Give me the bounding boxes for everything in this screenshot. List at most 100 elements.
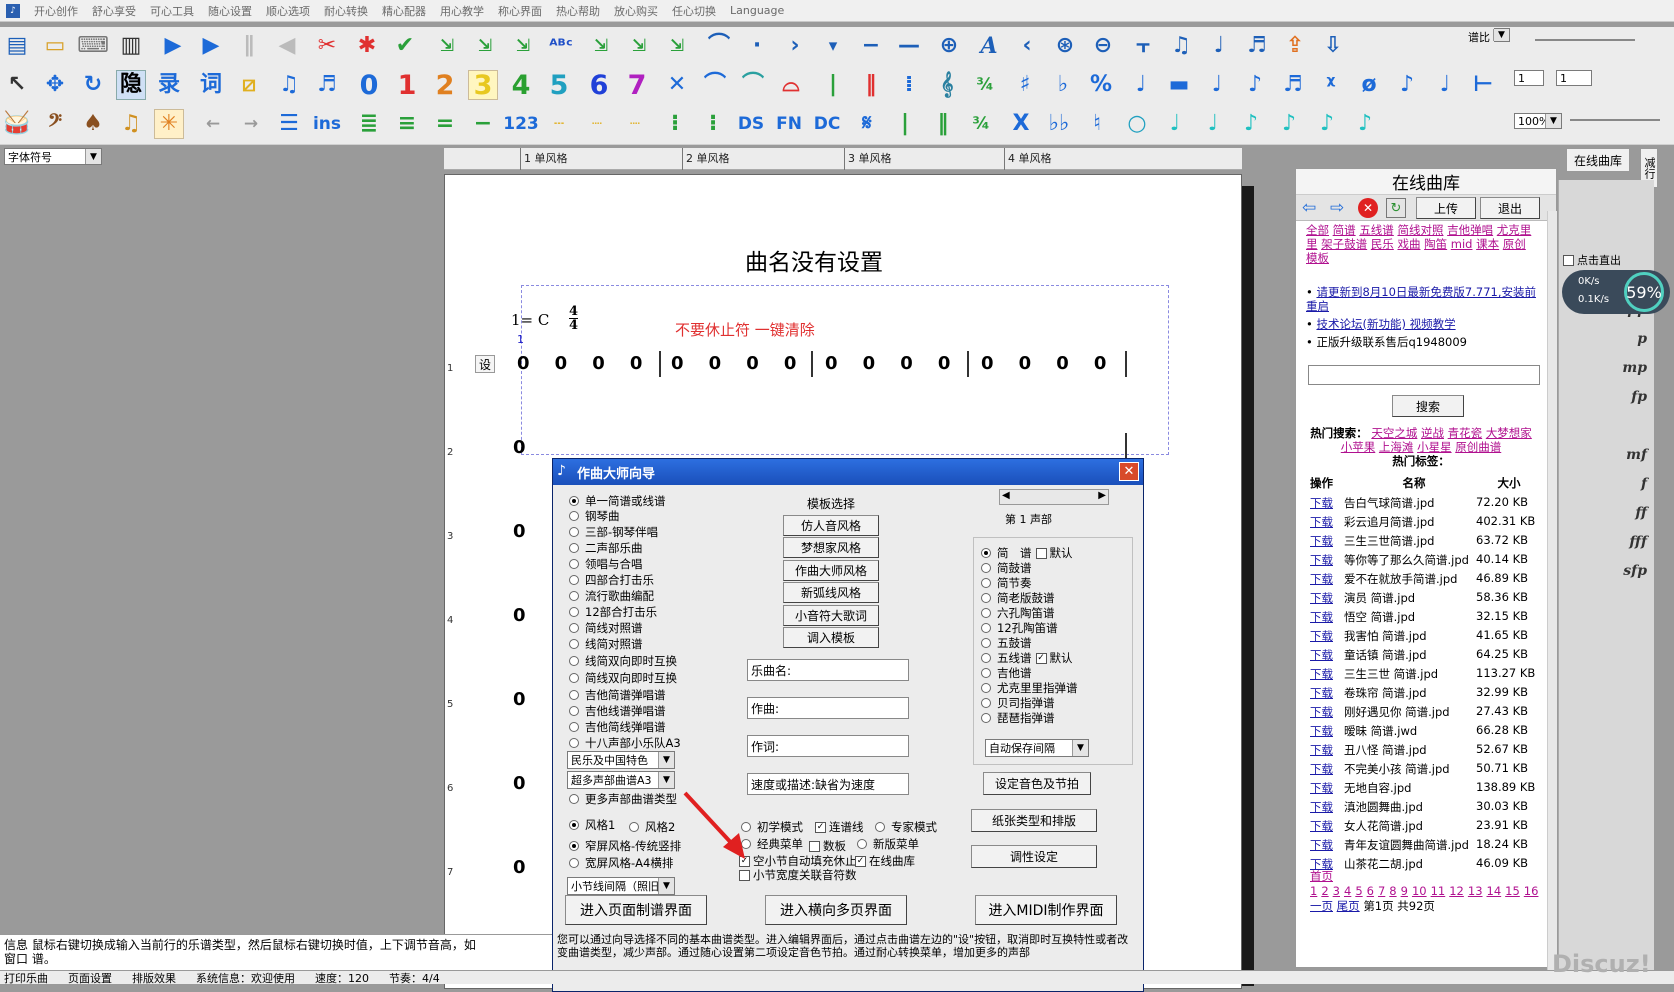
x-note-icon[interactable]: ✕	[662, 70, 692, 100]
enter-horizontal-button[interactable]: 进入横向多页界面	[765, 895, 907, 925]
note[interactable]: 0	[900, 353, 913, 374]
note[interactable]: 0	[938, 353, 951, 374]
barline-icon[interactable]: |	[890, 109, 920, 139]
table-row[interactable]: 下载 青年友谊圆舞曲简谱.jpd 18.24 KB	[1310, 837, 1546, 856]
table-row[interactable]: 下载 悟空 简谱.jpd 32.15 KB	[1310, 609, 1546, 628]
pointer-icon[interactable]: ↖	[2, 70, 32, 100]
load-template-button[interactable]: 调入模板	[783, 627, 879, 648]
exit-button[interactable]: 退出	[1480, 197, 1540, 219]
type-option[interactable]: 领唱与合唱	[569, 556, 643, 572]
voice-scroller[interactable]: ◀ ▶	[999, 489, 1109, 505]
fermata-icon[interactable]: ⌒	[704, 31, 734, 61]
pubi-select[interactable]: ▼	[1493, 28, 1510, 42]
download-link[interactable]: 下载	[1310, 742, 1344, 761]
flat-icon[interactable]: ♭	[1048, 70, 1078, 100]
table-row[interactable]: 下载 爱不在就放手简谱.jpd 46.89 KB	[1310, 571, 1546, 590]
type-option[interactable]: 单一简谱或线谱	[569, 493, 666, 509]
note[interactable]: 0	[863, 353, 876, 374]
check-icon[interactable]: ✔	[390, 31, 420, 61]
library-search-input[interactable]	[1308, 365, 1540, 385]
page-number-link[interactable]: 16	[1524, 884, 1539, 898]
download-link[interactable]: 下载	[1310, 533, 1344, 552]
plate-option[interactable]: 数板	[809, 838, 846, 854]
page-setup-tab[interactable]: 页面设置	[68, 970, 112, 986]
key-setting-button[interactable]: 调性设定	[971, 845, 1097, 868]
upload-icon[interactable]: ⇪	[1280, 31, 1310, 61]
download-link[interactable]: 下载	[1310, 628, 1344, 647]
crosshair-icon[interactable]: ⊕	[934, 31, 964, 61]
back-icon[interactable]: ⇦	[1302, 198, 1324, 218]
template-button[interactable]: 新弧线风格	[783, 582, 879, 603]
numbering-icon[interactable]: 123	[503, 109, 539, 139]
double-eighth-icon[interactable]: ♫	[274, 70, 304, 100]
menu-item[interactable]: 用心教学	[440, 3, 484, 19]
online-library-option[interactable]: ✓ 在线曲库	[855, 853, 915, 869]
menu-item[interactable]: 任心切换	[672, 3, 716, 19]
dynamics-palette[interactable]: pppmpfpmfffffffsfp	[1567, 296, 1647, 936]
arrow-left-icon[interactable]: ←	[198, 109, 228, 139]
eighth-note-icon[interactable]: ♪	[1240, 70, 1270, 100]
more-types-option[interactable]: 更多声部曲谱类型	[569, 791, 677, 807]
double-barline-icon[interactable]: ‖	[856, 70, 886, 100]
open-folder-icon[interactable]: ▭	[40, 31, 70, 61]
page-number-link[interactable]: 10	[1412, 884, 1427, 898]
traffic-light-icon[interactable]: ⇲	[662, 31, 692, 61]
sixteenth-note-icon[interactable]: ♪	[1274, 109, 1304, 139]
wide-option[interactable]: 宽屏风格-A4横排	[569, 855, 673, 871]
page-number-link[interactable]: 9	[1401, 884, 1408, 898]
first-page-link[interactable]: 首页	[1310, 869, 1333, 883]
tie-icon[interactable]: ⌒	[738, 70, 768, 100]
rest-note[interactable]: 0	[513, 689, 526, 710]
notation-option[interactable]: 简老版鼓谱	[981, 590, 1055, 606]
text-a-icon[interactable]: A	[974, 31, 1004, 61]
guitar-icon[interactable]: ♠	[78, 109, 108, 139]
note-1-icon[interactable]: 1	[392, 70, 422, 100]
time-signature[interactable]: 4 4	[569, 305, 579, 332]
download-link[interactable]: 下载	[1310, 685, 1344, 704]
type-option[interactable]: 吉他简谱弹唱谱	[569, 687, 666, 703]
type-option[interactable]: 12部合打击乐	[569, 604, 657, 620]
phrase-icon[interactable]: ⌓	[776, 70, 806, 100]
checkbox-icon[interactable]	[739, 869, 750, 881]
eraser-icon[interactable]: ⧄	[234, 70, 264, 100]
measure-4[interactable]: 0 0 0 0	[981, 353, 1106, 374]
download-link[interactable]: 下载	[1310, 799, 1344, 818]
refresh-icon[interactable]: ↻	[1386, 198, 1406, 218]
menu-item[interactable]: 开心创作	[34, 3, 78, 19]
category-link[interactable]: 简线对照	[1397, 223, 1443, 237]
note[interactable]: 0	[709, 353, 722, 374]
pause-icon[interactable]: ∥	[234, 31, 264, 61]
note-7-icon[interactable]: 7	[622, 70, 652, 100]
page-number-link[interactable]: 6	[1367, 884, 1374, 898]
download-link[interactable]: 下载	[1310, 818, 1344, 837]
close-icon[interactable]: ✕	[1119, 462, 1139, 481]
tempo-field[interactable]: 速度或描述:缺省为速度	[747, 773, 909, 795]
note-4-icon[interactable]: 4	[506, 70, 536, 100]
table-row[interactable]: 下载 三生三世 简谱.jpd 113.27 KB	[1310, 666, 1546, 685]
table-row[interactable]: 下载 我害怕 简谱.jpd 41.65 KB	[1310, 628, 1546, 647]
rest-note[interactable]: 0	[513, 437, 526, 458]
piano-icon[interactable]: ▥	[116, 31, 146, 61]
notation-option[interactable]: 琵琶指弹谱	[981, 710, 1055, 726]
crescendo-icon[interactable]: ‹	[1012, 31, 1042, 61]
rest-note[interactable]: 0	[513, 773, 526, 794]
connect-line-option[interactable]: ✓ 连谱线	[815, 819, 864, 835]
dotted-line-icon[interactable]: ┄	[544, 109, 574, 139]
category-link[interactable]: 模板	[1306, 251, 1329, 265]
traffic-light-icon[interactable]: ⇲	[586, 31, 616, 61]
page-number-link[interactable]: 15	[1505, 884, 1520, 898]
menu-item[interactable]: 顺心选项	[266, 3, 310, 19]
download-link[interactable]: 下载	[1310, 761, 1344, 780]
measure-3[interactable]: 0 0 0 0	[825, 353, 950, 374]
field-2[interactable]: 1	[1556, 70, 1592, 86]
template-button[interactable]: 作曲大师风格	[783, 560, 879, 581]
search-button[interactable]: 搜索	[1392, 395, 1464, 417]
online-library-tab[interactable]: 在线曲库	[1566, 148, 1630, 172]
table-row[interactable]: 下载 演员 简谱.jpd 58.36 KB	[1310, 590, 1546, 609]
pubi-slider[interactable]	[1535, 39, 1635, 41]
barline-icon[interactable]: |	[818, 70, 848, 100]
fine-icon[interactable]: FN	[774, 109, 804, 139]
paper-layout-button[interactable]: 纸张类型和排版	[971, 809, 1097, 832]
menu-item[interactable]: 精心配器	[382, 3, 426, 19]
repeat-start-icon[interactable]: ⁝	[660, 109, 690, 139]
